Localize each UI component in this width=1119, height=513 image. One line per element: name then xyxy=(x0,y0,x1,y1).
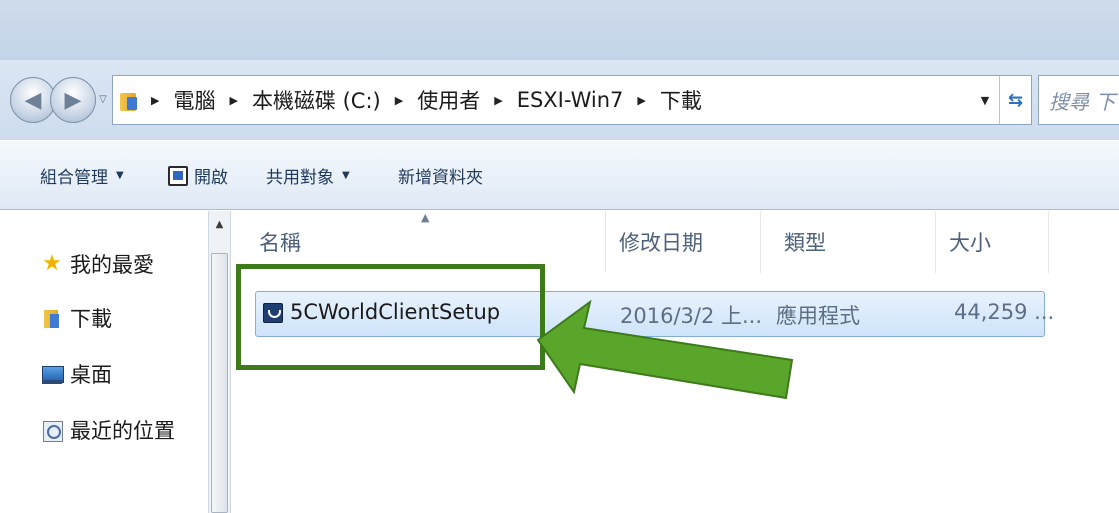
scroll-up-icon[interactable]: ▲ xyxy=(209,219,230,230)
organize-label: 組合管理 xyxy=(40,168,108,188)
scrollbar-thumb[interactable] xyxy=(211,253,228,513)
annotation-arrow-shape xyxy=(536,300,794,400)
downloads-folder-icon xyxy=(119,88,141,112)
forward-button[interactable]: ▶ xyxy=(50,77,96,123)
column-header-size[interactable]: 大小 xyxy=(941,211,1049,273)
column-header-date[interactable]: 修改日期 xyxy=(611,211,761,273)
refresh-button[interactable]: ⇆ xyxy=(999,76,1031,124)
refresh-icon: ⇆ xyxy=(1007,89,1024,111)
breadcrumb-user[interactable]: ESXI-Win7 xyxy=(517,88,624,112)
organize-button[interactable]: 組合管理 ▼ xyxy=(40,163,124,188)
nav-item-downloads[interactable]: 下載 xyxy=(40,303,112,333)
nav-item-recent-places[interactable]: 最近的位置 xyxy=(40,415,175,445)
recent-pages-dropdown[interactable]: ▽ xyxy=(97,92,109,108)
open-button[interactable]: 開啟 xyxy=(168,163,228,188)
breadcrumb-separator-icon[interactable]: ▶ xyxy=(637,94,645,107)
column-header-type[interactable]: 類型 xyxy=(776,211,936,273)
nav-favorites-label: 我的最愛 xyxy=(70,253,154,277)
search-placeholder: 搜尋 下 xyxy=(1049,89,1116,114)
address-bar[interactable]: ▶ 電腦 ▶ 本機磁碟 (C:) ▶ 使用者 ▶ ESXI-Win7 ▶ 下載 … xyxy=(112,75,1032,125)
breadcrumb-users[interactable]: 使用者 xyxy=(417,85,480,115)
forward-arrow-icon: ▶ xyxy=(64,87,82,113)
breadcrumb-separator-icon[interactable]: ▶ xyxy=(395,94,403,107)
address-history-dropdown[interactable]: ▼ xyxy=(971,94,999,107)
new-folder-label: 新增資料夾 xyxy=(398,168,483,188)
share-with-button[interactable]: 共用對象 ▼ xyxy=(266,163,350,188)
nav-item-label: 下載 xyxy=(70,307,112,331)
nav-item-label: 桌面 xyxy=(70,363,112,387)
nav-item-desktop[interactable]: 桌面 xyxy=(40,359,112,389)
breadcrumb-local-disk[interactable]: 本機磁碟 (C:) xyxy=(252,85,381,115)
annotation-highlight-box xyxy=(236,264,545,370)
open-app-icon xyxy=(168,165,188,186)
search-input[interactable]: 搜尋 下 xyxy=(1038,75,1119,125)
chevron-down-icon: ▼ xyxy=(116,170,124,181)
desktop-icon xyxy=(40,362,64,386)
star-icon: ★ xyxy=(42,251,62,276)
breadcrumb-separator-icon[interactable]: ▶ xyxy=(494,94,502,107)
navigation-pane: ★ 我的最愛 下載 桌面 最近的位置 xyxy=(0,211,208,513)
breadcrumb-separator-icon[interactable]: ▶ xyxy=(151,94,159,107)
nav-favorites[interactable]: ★ 我的最愛 xyxy=(40,249,154,279)
file-size: 44,259 ... xyxy=(954,300,1055,324)
open-label: 開啟 xyxy=(194,168,228,188)
address-row: ◀ ▶ ▽ ▶ 電腦 ▶ 本機磁碟 (C:) ▶ 使用者 ▶ ESXI-Win7… xyxy=(0,60,1119,140)
downloads-folder-icon xyxy=(40,306,64,330)
breadcrumb-downloads[interactable]: 下載 xyxy=(660,85,702,115)
back-arrow-icon: ◀ xyxy=(24,87,42,113)
nav-item-label: 最近的位置 xyxy=(70,419,175,443)
breadcrumb: ▶ 電腦 ▶ 本機磁碟 (C:) ▶ 使用者 ▶ ESXI-Win7 ▶ 下載 xyxy=(151,85,716,115)
breadcrumb-computer[interactable]: 電腦 xyxy=(173,85,215,115)
navigation-scrollbar[interactable]: ▲ xyxy=(208,211,231,513)
share-label: 共用對象 xyxy=(266,168,334,188)
window-titlebar xyxy=(0,0,1119,60)
new-folder-button[interactable]: 新增資料夾 xyxy=(398,163,483,188)
command-bar: 組合管理 ▼ 開啟 共用對象 ▼ 新增資料夾 xyxy=(0,140,1119,210)
chevron-down-icon: ▼ xyxy=(342,170,350,181)
recent-places-icon xyxy=(40,418,64,442)
breadcrumb-separator-icon[interactable]: ▶ xyxy=(229,94,237,107)
annotation-arrow-icon xyxy=(536,300,794,400)
